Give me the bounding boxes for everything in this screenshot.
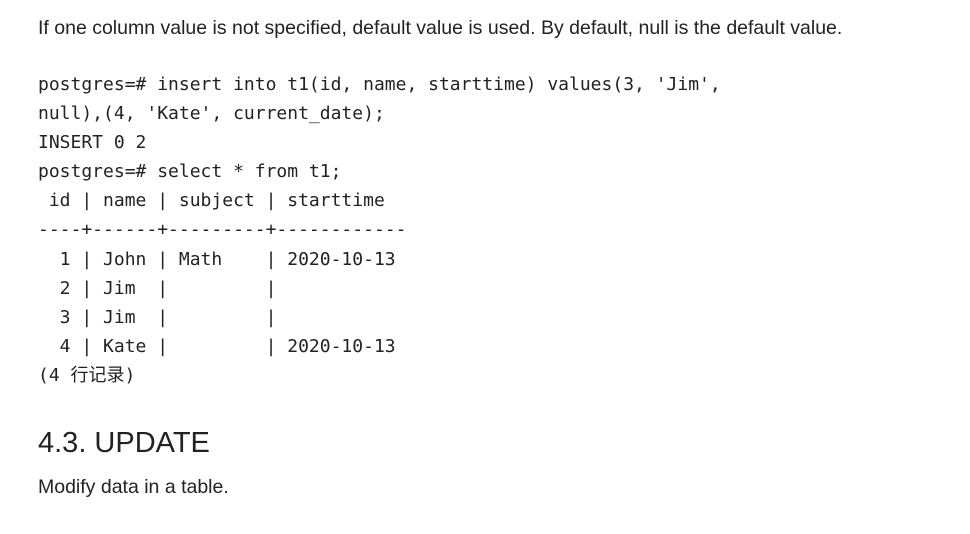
code-line: 3 | Jim | | xyxy=(38,306,277,328)
code-block: postgres=# insert into t1(id, name, star… xyxy=(38,70,721,390)
code-line: id | name | subject | starttime xyxy=(38,190,385,212)
code-line: postgres=# insert into t1(id, name, star… xyxy=(38,74,721,95)
code-line: 4 | Kate | | 2020-10-13 xyxy=(38,335,396,357)
code-line: 1 | John | Math | 2020-10-13 xyxy=(38,248,396,270)
code-line: INSERT 0 2 xyxy=(38,132,147,154)
code-line: (4 行记录) xyxy=(38,364,136,386)
code-line: 2 | Jim | | xyxy=(38,277,277,299)
code-line: null),(4, 'Kate', current_date); xyxy=(38,103,385,125)
code-line: postgres=# select * from t1; xyxy=(38,161,342,183)
code-line: ----+------+---------+------------ xyxy=(38,219,407,241)
intro-paragraph: If one column value is not specified, de… xyxy=(38,17,843,39)
section-description: Modify data in a table. xyxy=(38,476,229,498)
section-heading: 4.3. UPDATE xyxy=(38,427,210,459)
